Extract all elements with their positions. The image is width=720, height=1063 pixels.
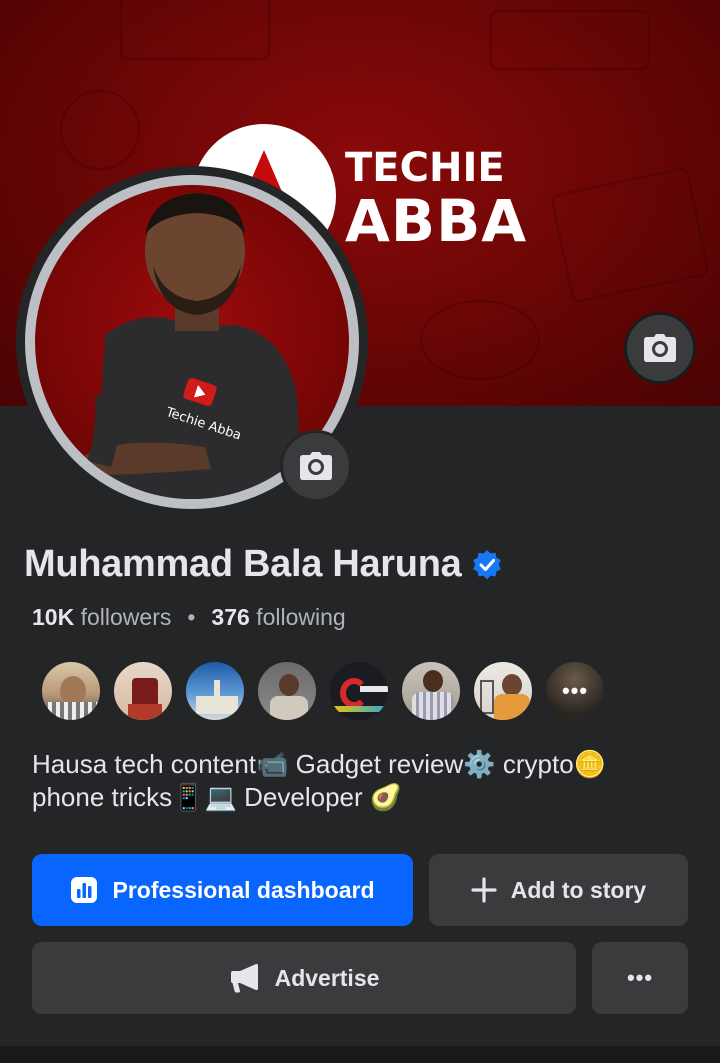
camera-icon — [644, 334, 676, 362]
plus-icon — [471, 877, 497, 903]
cover-doodle — [490, 10, 650, 70]
advertise-label: Advertise — [274, 964, 380, 991]
megaphone-icon — [230, 963, 258, 993]
friend-avatar[interactable] — [184, 660, 246, 722]
edit-cover-photo-button[interactable] — [624, 312, 696, 384]
add-to-story-label: Add to story — [510, 876, 647, 903]
following-label: following — [256, 604, 346, 630]
cover-brand-line2: ABBA — [345, 187, 528, 255]
bar-chart-icon — [71, 877, 98, 903]
follow-counts: 10K followers • 376 following — [32, 604, 346, 631]
more-options-icon: ••• — [626, 965, 654, 990]
followers-label: followers — [80, 604, 172, 630]
profile-name-row: Muhammad Bala Haruna — [24, 543, 503, 586]
profile-name: Muhammad Bala Haruna — [24, 543, 462, 585]
followers-link[interactable]: 10K followers — [32, 604, 171, 631]
friend-avatar[interactable] — [400, 660, 462, 722]
more-friends-label: ••• — [561, 678, 589, 703]
friend-avatar[interactable] — [40, 660, 102, 722]
edit-profile-picture-button[interactable] — [280, 430, 352, 502]
friends-avatar-row: ••• — [40, 660, 606, 722]
more-options-button[interactable]: ••• — [592, 942, 688, 1014]
advertise-button[interactable]: Advertise — [32, 942, 576, 1014]
cover-brand-line1: TECHIE — [345, 145, 505, 191]
cover-doodle — [120, 0, 270, 60]
camera-icon — [300, 452, 332, 480]
followers-count: 10K — [32, 604, 75, 630]
friend-avatar[interactable] — [472, 660, 534, 722]
friend-avatar[interactable] — [112, 660, 174, 722]
add-to-story-button[interactable]: Add to story — [429, 854, 688, 926]
cover-doodle — [550, 166, 710, 304]
professional-dashboard-button[interactable]: Professional dashboard — [32, 854, 413, 926]
friend-avatar[interactable] — [328, 660, 390, 722]
more-friends-button[interactable]: ••• — [544, 660, 606, 722]
bio-line: Hausa tech content📹 Gadget review⚙️ cryp… — [32, 749, 607, 779]
following-link[interactable]: 376 following — [211, 604, 345, 631]
profile-bio: Hausa tech content📹 Gadget review⚙️ cryp… — [32, 748, 672, 814]
bio-line: phone tricks📱💻 Developer 🥑 — [32, 782, 403, 812]
cover-doodle — [60, 90, 140, 170]
professional-dashboard-label: Professional dashboard — [112, 876, 375, 903]
cover-brand-text: TECHIE ABBA — [345, 148, 527, 250]
friend-avatar[interactable] — [256, 660, 318, 722]
verified-badge-icon — [473, 549, 502, 579]
bottom-divider — [0, 1046, 720, 1063]
following-count: 376 — [211, 604, 250, 630]
cover-doodle — [420, 300, 540, 380]
count-separator: • — [187, 604, 196, 630]
